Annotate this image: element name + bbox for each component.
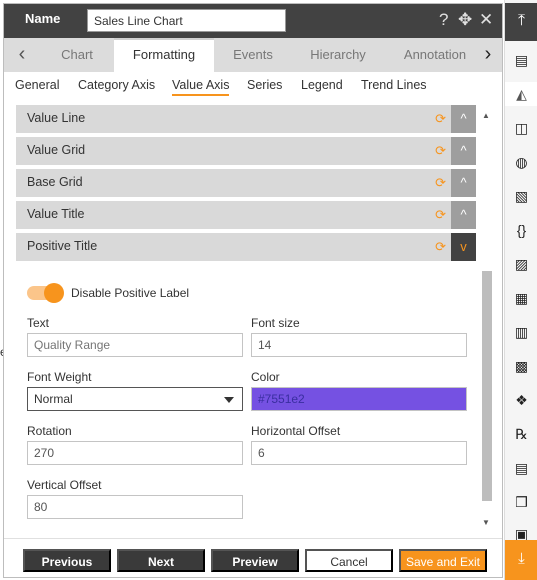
dashboard-icon[interactable]: ▦ xyxy=(505,286,537,310)
tab-formatting[interactable]: Formatting xyxy=(114,38,214,72)
formatting-subtabs: General Category Axis Value Axis Series … xyxy=(4,72,502,100)
horizontal-offset-input[interactable] xyxy=(251,441,467,465)
text-label: Text xyxy=(27,316,50,330)
copy-icon[interactable]: ▩ xyxy=(505,354,537,378)
vertical-scrollbar[interactable]: ▲ ▼ xyxy=(480,111,492,529)
rotation-input[interactable] xyxy=(27,441,243,465)
scrollbar-thumb[interactable] xyxy=(482,271,492,501)
reset-icon[interactable]: ⟳ xyxy=(435,207,446,223)
font-weight-select[interactable]: Normal xyxy=(27,387,243,411)
vertical-offset-input[interactable] xyxy=(27,495,243,519)
help-icon[interactable]: ? xyxy=(439,10,448,30)
scroll-down-icon[interactable]: ▼ xyxy=(482,518,490,527)
pie-document-icon[interactable]: ◍ xyxy=(505,150,537,174)
reset-icon[interactable]: ⟳ xyxy=(435,143,446,159)
line-chart-icon[interactable]: ◭ xyxy=(505,82,537,106)
accordion-positive-title[interactable]: Positive Title ⟳ v xyxy=(16,233,476,261)
caret-down-icon xyxy=(224,397,234,403)
chevron-up-icon[interactable]: ^ xyxy=(451,169,476,197)
font-weight-value: Normal xyxy=(34,392,73,406)
chevron-down-icon[interactable]: v xyxy=(451,233,476,261)
color-label: Color xyxy=(251,370,280,384)
tab-annotation[interactable]: Annotation xyxy=(398,38,472,72)
tabs-prev-arrow-icon[interactable]: ‹ xyxy=(12,38,32,72)
close-icon[interactable]: ✕ xyxy=(479,10,493,30)
vertical-offset-label: Vertical Offset xyxy=(27,478,102,492)
accordion-value-title[interactable]: Value Title ⟳ ^ xyxy=(16,201,476,229)
save-and-exit-button[interactable]: Save and Exit xyxy=(399,549,487,572)
scroll-up-icon[interactable]: ▲ xyxy=(482,111,490,120)
horizontal-offset-label: Horizontal Offset xyxy=(251,424,341,438)
formatting-scroll-area[interactable]: Value Line ⟳ ^ Value Grid ⟳ ^ Base Grid … xyxy=(4,101,496,529)
main-tabs: ‹ Chart Formatting Events Hierarchy Anno… xyxy=(4,38,502,72)
name-label: Name xyxy=(25,11,61,26)
subtab-trend-lines[interactable]: Trend Lines xyxy=(361,78,427,92)
disable-positive-label-text: Disable Positive Label xyxy=(71,286,190,300)
layers-icon[interactable]: ❒ xyxy=(505,490,537,514)
code-braces-icon[interactable]: {} xyxy=(505,218,537,242)
accordion-title: Positive Title xyxy=(27,239,98,253)
accordion-base-grid[interactable]: Base Grid ⟳ ^ xyxy=(16,169,476,197)
accordion-title: Value Grid xyxy=(27,143,86,157)
chart-properties-panel: Name ? ✥ ✕ ‹ Chart Formatting Events Hie… xyxy=(3,3,503,578)
next-button[interactable]: Next xyxy=(117,549,205,572)
report-icon[interactable]: ▤ xyxy=(505,456,537,480)
hierarchy-icon[interactable]: ❖ xyxy=(505,388,537,412)
toggle-knob xyxy=(44,283,64,303)
subtab-legend[interactable]: Legend xyxy=(301,78,343,92)
collapse-top-icon[interactable]: ⤒ xyxy=(505,3,537,41)
footer-divider xyxy=(4,538,502,539)
document-icon[interactable]: ▧ xyxy=(505,184,537,208)
collapse-bottom-icon[interactable]: ⤓ xyxy=(505,540,537,580)
accordion-value-grid[interactable]: Value Grid ⟳ ^ xyxy=(16,137,476,165)
tab-chart[interactable]: Chart xyxy=(51,38,103,72)
image-icon[interactable]: ▨ xyxy=(505,252,537,276)
reset-icon[interactable]: ⟳ xyxy=(435,175,446,191)
accordion-title: Value Line xyxy=(27,111,86,125)
previous-button[interactable]: Previous xyxy=(23,549,111,572)
rotation-label: Rotation xyxy=(27,424,72,438)
cancel-button[interactable]: Cancel xyxy=(305,549,393,572)
chart-name-input[interactable] xyxy=(87,9,286,32)
chevron-up-icon[interactable]: ^ xyxy=(451,137,476,165)
subtab-general[interactable]: General xyxy=(15,78,59,92)
map-icon[interactable]: ◫ xyxy=(505,116,537,140)
formula-icon[interactable]: ℞ xyxy=(505,422,537,446)
accordion-title: Base Grid xyxy=(27,175,83,189)
move-icon[interactable]: ✥ xyxy=(458,10,472,30)
subtab-value-axis[interactable]: Value Axis xyxy=(172,78,230,96)
bar-chart-icon[interactable]: ▥ xyxy=(505,320,537,344)
accordion-value-line[interactable]: Value Line ⟳ ^ xyxy=(16,105,476,133)
tabs-next-arrow-icon[interactable]: › xyxy=(478,38,498,72)
subtab-series[interactable]: Series xyxy=(247,78,282,92)
chevron-up-icon[interactable]: ^ xyxy=(451,201,476,229)
tab-events[interactable]: Events xyxy=(226,38,280,72)
font-weight-label: Font Weight xyxy=(27,370,92,384)
text-input[interactable] xyxy=(27,333,243,357)
disable-positive-label-toggle[interactable] xyxy=(27,283,64,303)
preview-button[interactable]: Preview xyxy=(211,549,299,572)
accordion-title: Value Title xyxy=(27,207,85,221)
reset-icon[interactable]: ⟳ xyxy=(435,239,446,255)
reset-icon[interactable]: ⟳ xyxy=(435,111,446,127)
panel-header: Name ? ✥ ✕ xyxy=(4,4,502,38)
tab-hierarchy[interactable]: Hierarchy xyxy=(301,38,375,72)
font-size-label: Font size xyxy=(251,316,300,330)
subtab-category-axis[interactable]: Category Axis xyxy=(78,78,155,92)
chevron-up-icon[interactable]: ^ xyxy=(451,105,476,133)
properties-icon[interactable]: ▤ xyxy=(505,48,537,72)
color-picker-input[interactable] xyxy=(251,387,467,411)
font-size-input[interactable] xyxy=(251,333,467,357)
right-toolbar: ⤒ ▤ ◭ ◫ ◍ ▧ {} ▨ ▦ ▥ ▩ ❖ ℞ ▤ ❒ ▣ ⤓ xyxy=(504,0,537,580)
